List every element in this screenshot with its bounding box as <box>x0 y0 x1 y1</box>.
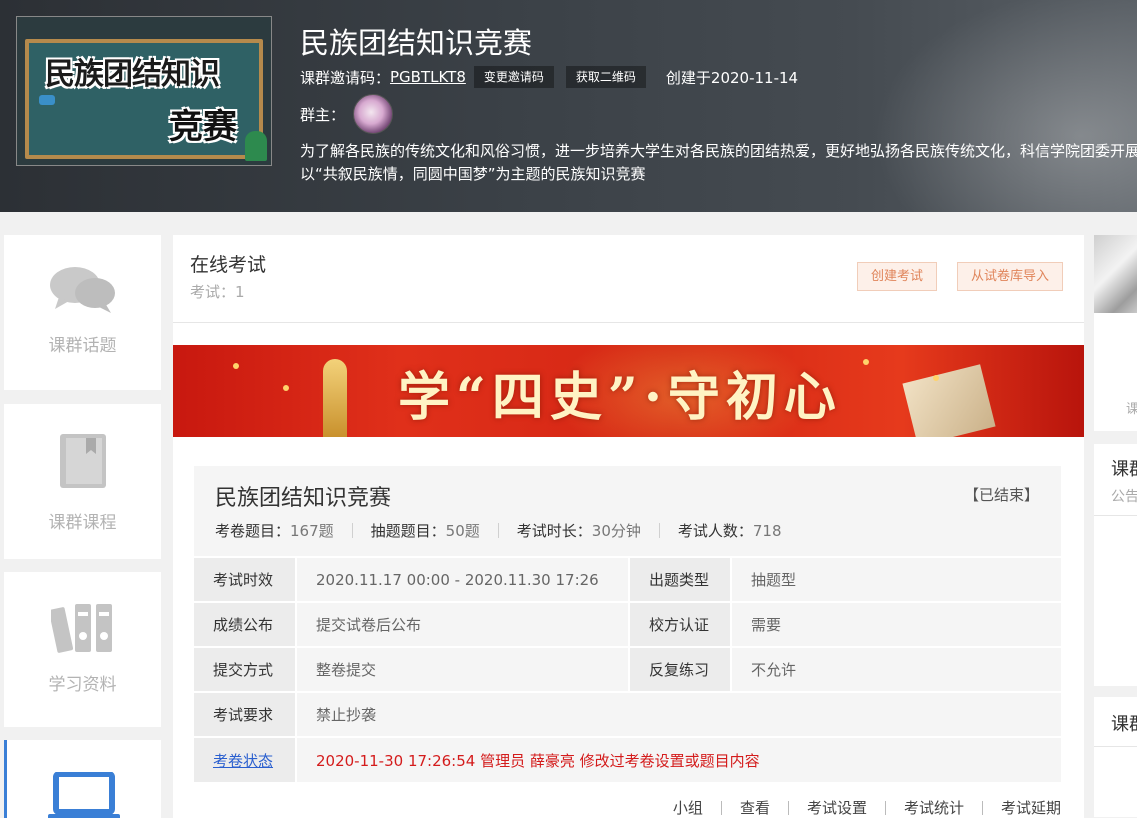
chalk-graphic <box>39 95 55 105</box>
table-row: 考试要求 禁止抄袭 <box>194 691 1061 737</box>
paper-status-link[interactable]: 考卷状态 <box>213 752 273 770</box>
submit-label: 提交方式 <box>194 646 297 692</box>
stat-value: 30分钟 <box>591 522 641 540</box>
owner-label: 群主： <box>300 105 346 124</box>
change-invite-code-button[interactable]: 变更邀请码 <box>473 66 554 88</box>
banner-slogan: 学“四史”·守初心 <box>398 367 842 428</box>
right-card-title: 课群 <box>1111 459 1137 480</box>
sidebar-item-courses[interactable]: 课群课程 <box>4 404 161 559</box>
invite-row: 课群邀请码： PGBTLKT8 变更邀请码 获取二维码 创建于2020-11-1… <box>300 66 798 88</box>
owner-row: 群主： <box>300 94 394 134</box>
get-qr-code-button[interactable]: 获取二维码 <box>565 66 646 88</box>
invite-code-link[interactable]: PGBTLKT8 <box>390 68 466 86</box>
exam-actions: 小组 查看 考试设置 考试统计 考试延期 <box>173 797 1061 818</box>
cover-text-line1: 民族团结知识 <box>45 57 220 92</box>
table-row: 考试时效 2020.11.17 00:00 - 2020.11.30 17:26… <box>194 556 1061 602</box>
group-link[interactable]: 小组 <box>673 797 703 818</box>
exam-info-table: 考试时效 2020.11.17 00:00 - 2020.11.30 17:26… <box>194 556 1061 782</box>
cover-text-line2: 竞赛 <box>169 107 237 147</box>
created-date: 创建于2020-11-14 <box>665 68 799 87</box>
tower-graphic <box>323 359 347 437</box>
stat-value: 718 <box>752 521 782 540</box>
sidebar-item-label: 课群课程 <box>48 513 117 533</box>
owner-avatar[interactable] <box>353 94 394 134</box>
requirement-value: 禁止抄袭 <box>296 691 1061 737</box>
sidebar-item-topics[interactable]: 课群话题 <box>4 235 161 390</box>
course-cover-image: 民族团结知识 竞赛 <box>16 16 272 166</box>
repeat-value: 不允许 <box>731 646 1061 692</box>
exam-extend-link[interactable]: 考试延期 <box>1001 797 1061 818</box>
table-row: 考卷状态 2020-11-30 17:26:54 管理员 薛豪亮 修改过考卷设置… <box>194 736 1061 782</box>
stat-label: 考卷题目： <box>215 522 291 540</box>
qtype-label: 出题类型 <box>628 556 732 602</box>
chat-bubbles-icon <box>49 267 115 313</box>
submit-value: 整卷提交 <box>296 646 629 692</box>
qtype-value: 抽题型 <box>731 556 1061 602</box>
sidebar-item-label: 学习资料 <box>48 675 117 695</box>
divider <box>173 322 1084 323</box>
profile-photo[interactable] <box>1094 235 1137 313</box>
book-icon <box>59 434 106 488</box>
table-row: 提交方式 整卷提交 反复练习 不允许 <box>194 646 1061 692</box>
exam-settings-link[interactable]: 考试设置 <box>807 797 867 818</box>
create-exam-button[interactable]: 创建考试 <box>857 262 938 291</box>
exam-card: 民族团结知识竞赛 【已结束】 考卷题目： 167题 抽题题目： 50题 考试时长… <box>194 466 1061 782</box>
promo-banner[interactable]: 学“四史”·守初心 <box>173 345 1084 437</box>
panel-title: 在线考试 <box>190 254 267 276</box>
stat-value: 167题 <box>290 522 334 540</box>
right-card-label: 课 <box>1126 402 1137 417</box>
stat-label: 抽题题目： <box>370 522 446 540</box>
plant-graphic <box>245 131 267 161</box>
right-card-title: 课群 <box>1111 714 1137 735</box>
period-value: 2020.11.17 00:00 - 2020.11.30 17:26 <box>296 556 629 602</box>
invite-label: 课群邀请码： <box>300 68 391 87</box>
binders-icon <box>50 604 112 653</box>
repeat-label: 反复练习 <box>628 646 732 692</box>
right-card-subtitle: 公告 <box>1111 489 1137 505</box>
laptop-icon <box>48 772 120 818</box>
course-group-header: 民族团结知识 竞赛 民族团结知识竞赛 课群邀请码： PGBTLKT8 变更邀请码… <box>0 0 1137 212</box>
exam-stats: 考卷题目： 167题 抽题题目： 50题 考试时长： 30分钟 考试人数： 71… <box>215 520 782 541</box>
period-label: 考试时效 <box>194 556 297 602</box>
table-row: 成绩公布 提交试卷后公布 校方认证 需要 <box>194 601 1061 647</box>
online-exam-panel: 在线考试 考试：1 创建考试 从试卷库导入 学“四史”·守初心 民族团结知识竞赛… <box>173 235 1084 818</box>
school-value: 需要 <box>731 601 1061 647</box>
book-graphic <box>902 364 996 437</box>
sidebar-item-label: 课群话题 <box>48 336 117 356</box>
exam-count: 考试：1 <box>190 283 245 301</box>
exam-title[interactable]: 民族团结知识竞赛 <box>215 480 391 512</box>
sidebar-item-exams[interactable] <box>4 740 161 818</box>
group-title: 民族团结知识竞赛 <box>300 26 533 60</box>
group-description: 为了解各民族的传统文化和风俗习惯，进一步培养大学生对各民族的团结热爱，更好地弘扬… <box>300 142 1137 183</box>
sidebar-item-materials[interactable]: 学习资料 <box>4 572 161 727</box>
paper-status-value: 2020-11-30 17:26:54 管理员 薛豪亮 修改过考卷设置或题目内容 <box>296 736 1061 782</box>
score-label: 成绩公布 <box>194 601 297 647</box>
stat-label: 考试时长： <box>516 522 592 540</box>
import-from-bank-button[interactable]: 从试卷库导入 <box>957 262 1064 291</box>
score-value: 提交试卷后公布 <box>296 601 629 647</box>
exam-status-badge: 【已结束】 <box>963 486 1039 504</box>
stat-label: 考试人数： <box>677 522 753 540</box>
requirement-label: 考试要求 <box>194 691 297 737</box>
school-label: 校方认证 <box>628 601 732 647</box>
view-link[interactable]: 查看 <box>740 797 770 818</box>
exam-stats-link[interactable]: 考试统计 <box>904 797 964 818</box>
stat-value: 50题 <box>445 522 480 540</box>
